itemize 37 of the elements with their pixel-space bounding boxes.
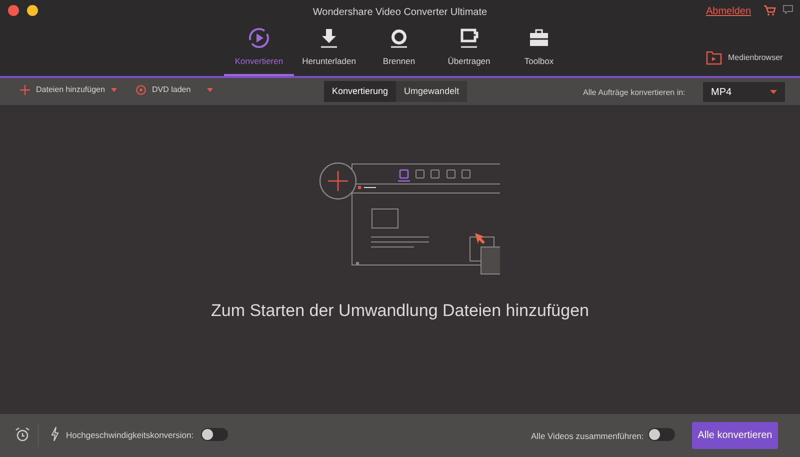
merge-videos-label: Alle Videos zusammenführen: [531,430,644,443]
format-dropdown[interactable]: MP4 [703,82,785,102]
download-icon [318,27,340,49]
toolbox-icon [528,27,550,49]
caret-icon [206,88,213,92]
close-icon[interactable] [8,5,19,16]
nav-tab[interactable]: Toolbox [524,55,554,68]
view-tab[interactable]: Konvertierung [324,81,396,102]
nav-tab[interactable]: Übertragen [448,55,490,68]
convert-all-label: Alle Aufträge konvertieren in: [583,87,686,99]
logout-link[interactable]: Abmelden [706,4,752,19]
alarm-clock-icon[interactable] [15,427,30,442]
media-browser-link[interactable]: Medienbrowser [728,52,783,64]
folder-play-icon[interactable] [706,51,722,65]
load-dvd-button[interactable]: DVD laden [136,84,213,96]
cart-icon[interactable] [764,5,776,16]
high-speed-toggle[interactable] [201,428,228,441]
disc-icon [136,85,146,95]
chat-icon[interactable] [783,5,793,14]
view-tab[interactable]: Umgewandelt [396,81,468,102]
convert-all-button[interactable]: Alle konvertieren [692,422,778,449]
high-speed-label: Hochgeschwindigkeitskonversion: [66,429,194,442]
merge-videos-toggle[interactable] [648,428,675,441]
lightning-icon [51,427,59,441]
empty-state-message: Zum Starten der Umwandlung Dateien hinzufügen [211,300,589,322]
nav-tab[interactable]: Brennen [382,55,416,68]
nav-tab[interactable]: Herunterladen [302,55,356,68]
burn-icon [388,27,410,49]
convert-icon [248,27,270,49]
minimize-icon[interactable] [27,5,38,16]
caret-icon [770,90,777,94]
plus-icon [20,85,30,95]
caret-icon [110,88,117,92]
transfer-icon [458,27,480,49]
window-title: Wondershare Video Converter Ultimate [312,6,488,20]
add-files-button[interactable]: Dateien hinzufügen [20,84,117,96]
nav-tab[interactable]: Konvertieren [234,55,284,68]
